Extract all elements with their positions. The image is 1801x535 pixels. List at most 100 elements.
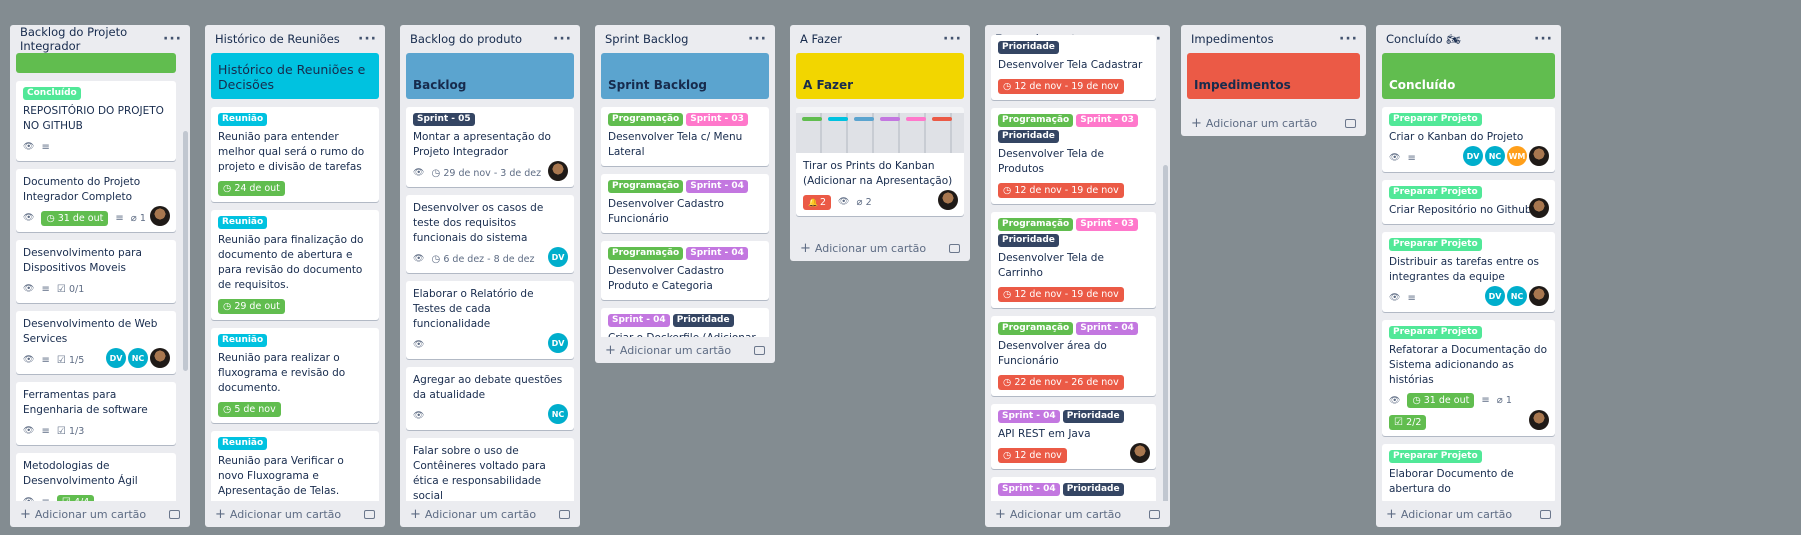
- card[interactable]: Falar sobre o uso de Contêineres voltado…: [406, 438, 574, 501]
- member-avatar[interactable]: NC: [1485, 146, 1505, 166]
- card-label[interactable]: Sprint - 04: [686, 180, 748, 193]
- list-menu-icon[interactable]: ···: [748, 32, 767, 46]
- member-avatar[interactable]: NC: [1507, 286, 1527, 306]
- member-photo-avatar[interactable]: [150, 348, 170, 368]
- card-label[interactable]: Reunião: [218, 216, 268, 229]
- card-label[interactable]: Sprint - 03: [1076, 218, 1138, 231]
- member-avatar[interactable]: DV: [1485, 286, 1505, 306]
- list-title[interactable]: Impedimentos: [1191, 32, 1274, 46]
- due-date-badge[interactable]: ◷ 31 de out: [1407, 393, 1475, 408]
- card[interactable]: Programação Sprint - 03 Prioridade Desenvol…: [991, 212, 1156, 308]
- card-label[interactable]: Programação: [998, 218, 1074, 231]
- due-date-badge[interactable]: ◷ 12 de nov - 19 de nov: [998, 182, 1124, 198]
- due-date-badge[interactable]: ◷ 12 de nov - 19 de nov: [998, 78, 1124, 94]
- list-menu-icon[interactable]: ···: [1339, 32, 1358, 46]
- card-label[interactable]: Prioridade: [998, 130, 1059, 143]
- card-label[interactable]: Sprint - 04: [686, 247, 748, 260]
- card[interactable]: Prioridade Desenvolver Tela Cadastrar ◷ 12…: [991, 35, 1156, 100]
- card-label[interactable]: Preparar Projeto: [1389, 186, 1482, 199]
- card-label[interactable]: Sprint - 04: [1076, 322, 1138, 335]
- card-label[interactable]: Sprint - 03: [686, 113, 748, 126]
- card[interactable]: Preparar Projeto Refatorar a Documentação…: [1382, 320, 1555, 436]
- card-label[interactable]: Sprint - 04: [998, 410, 1060, 423]
- list-title[interactable]: Backlog do Projeto Integrador: [20, 25, 163, 53]
- due-date-badge[interactable]: ◷ 12 de nov - 19 de nov: [998, 286, 1124, 302]
- card-label[interactable]: Reunião: [218, 437, 268, 450]
- add-card-button[interactable]: + Adicionar um cartão: [400, 501, 580, 527]
- card-label[interactable]: Programação: [608, 247, 684, 260]
- member-photo-avatar[interactable]: [1529, 286, 1549, 306]
- scrollbar[interactable]: [1163, 165, 1168, 501]
- card[interactable]: Programação Sprint - 04 Desenvolver área d…: [991, 316, 1156, 396]
- card-label[interactable]: Sprint - 04: [998, 483, 1060, 496]
- card-template-icon[interactable]: [169, 509, 180, 519]
- member-avatar[interactable]: NC: [128, 348, 148, 368]
- member-avatar[interactable]: DV: [106, 348, 126, 368]
- list-header-card[interactable]: Sprint Backlog: [601, 53, 769, 99]
- card[interactable]: Reunião Reunião para Verificar o novo Flu…: [211, 431, 379, 501]
- card[interactable]: Reunião Reunião para entender melhor qual…: [211, 107, 379, 202]
- add-card-button[interactable]: + Adicionar um cartão: [10, 501, 190, 527]
- card-template-icon[interactable]: [1345, 118, 1356, 128]
- card[interactable]: Preparar Projeto Criar o Kanban do Projet…: [1382, 107, 1555, 172]
- list-header-card[interactable]: Backlog: [406, 53, 574, 99]
- list-title[interactable]: Histórico de Reuniões: [215, 32, 340, 46]
- member-avatar[interactable]: NC: [548, 404, 568, 424]
- card-label[interactable]: Prioridade: [1062, 410, 1124, 423]
- card-label[interactable]: Sprint - 03: [1076, 114, 1138, 127]
- due-date-badge[interactable]: ◷ 12 de nov: [998, 447, 1067, 463]
- list-header-card[interactable]: Histórico de Reuniões e Decisões: [211, 53, 379, 99]
- member-photo-avatar[interactable]: [1529, 198, 1549, 218]
- due-date-badge[interactable]: ◷ 5 de nov: [218, 401, 281, 417]
- card[interactable]: Sprint - 04Prioridade Criar o Dockerfile …: [601, 308, 769, 337]
- card-template-icon[interactable]: [559, 509, 570, 519]
- due-date-badge[interactable]: ◷ 29 de out: [218, 298, 285, 314]
- member-photo-avatar[interactable]: [548, 161, 568, 181]
- card-label[interactable]: Sprint - 05: [413, 113, 475, 126]
- list-header-card[interactable]: [16, 53, 176, 73]
- card-label[interactable]: Preparar Projeto: [1389, 450, 1482, 463]
- card-label[interactable]: Programação: [998, 322, 1074, 335]
- add-card-button[interactable]: + Adicionar um cartão: [205, 501, 385, 527]
- card-label[interactable]: Programação: [608, 180, 684, 193]
- list-title[interactable]: A Fazer: [800, 32, 842, 46]
- card-template-icon[interactable]: [754, 345, 765, 355]
- card[interactable]: Metodologias de Desenvolvimento Ágil 👁 ≡ ☑ …: [16, 453, 176, 501]
- card-label[interactable]: Programação: [998, 114, 1074, 127]
- card-label[interactable]: Preparar Projeto: [1389, 326, 1482, 339]
- card[interactable]: Desenvolvimento de Web Services 👁 ≡ ☑ 1/5 DV…: [16, 311, 176, 374]
- member-avatar[interactable]: DV: [548, 247, 568, 267]
- card[interactable]: Concluído REPOSITÓRIO DO PROJETO NO GITHU…: [16, 81, 176, 161]
- card[interactable]: Programação Sprint - 04 Desenvolver Cadast…: [601, 241, 769, 300]
- card-label[interactable]: Programação: [608, 113, 684, 126]
- member-photo-avatar[interactable]: [1529, 410, 1549, 430]
- card[interactable]: Tirar os Prints do Kanban (Adicionar na …: [796, 107, 964, 216]
- card-label[interactable]: Prioridade: [998, 234, 1059, 247]
- card-label[interactable]: Prioridade: [998, 41, 1059, 54]
- card[interactable]: Desenvolvimento para Dispositivos Moveis…: [16, 240, 176, 303]
- add-card-button[interactable]: + Adicionar um cartão: [595, 337, 775, 363]
- due-date-badge[interactable]: ◷ 22 de nov - 26 de nov: [998, 374, 1124, 390]
- list-menu-icon[interactable]: ···: [553, 32, 572, 46]
- list-menu-icon[interactable]: ···: [943, 32, 962, 46]
- member-avatar[interactable]: DV: [548, 333, 568, 353]
- card[interactable]: Sprint - 04 Prioridade API REST em Java ◷ 1…: [991, 404, 1156, 469]
- member-avatar[interactable]: WM: [1507, 146, 1527, 166]
- due-date-badge[interactable]: ◷ 24 de out: [218, 180, 285, 196]
- card-template-icon[interactable]: [1540, 509, 1551, 519]
- card-label[interactable]: Prioridade: [1062, 483, 1124, 496]
- member-avatar[interactable]: DV: [1463, 146, 1483, 166]
- card[interactable]: Preparar Projeto Elaborar Documento de ab…: [1382, 444, 1555, 501]
- card[interactable]: Desenvolver os casos de teste dos requis…: [406, 195, 574, 273]
- card[interactable]: Ferramentas para Engenharia de software 👁…: [16, 382, 176, 445]
- card[interactable]: Preparar Projeto Distribuir as tarefas en…: [1382, 232, 1555, 312]
- member-photo-avatar[interactable]: [938, 190, 958, 210]
- list-menu-icon[interactable]: ···: [358, 32, 377, 46]
- card-label[interactable]: Preparar Projeto: [1389, 113, 1482, 126]
- list-header-card[interactable]: A Fazer: [796, 53, 964, 99]
- card[interactable]: Reunião Reunião para finalização do docum…: [211, 210, 379, 320]
- add-card-button[interactable]: + Adicionar um cartão: [1181, 110, 1366, 136]
- list-header-card[interactable]: Concluído: [1382, 53, 1555, 99]
- list-title[interactable]: Backlog do produto: [410, 32, 522, 46]
- card-label[interactable]: Concluído: [23, 87, 81, 100]
